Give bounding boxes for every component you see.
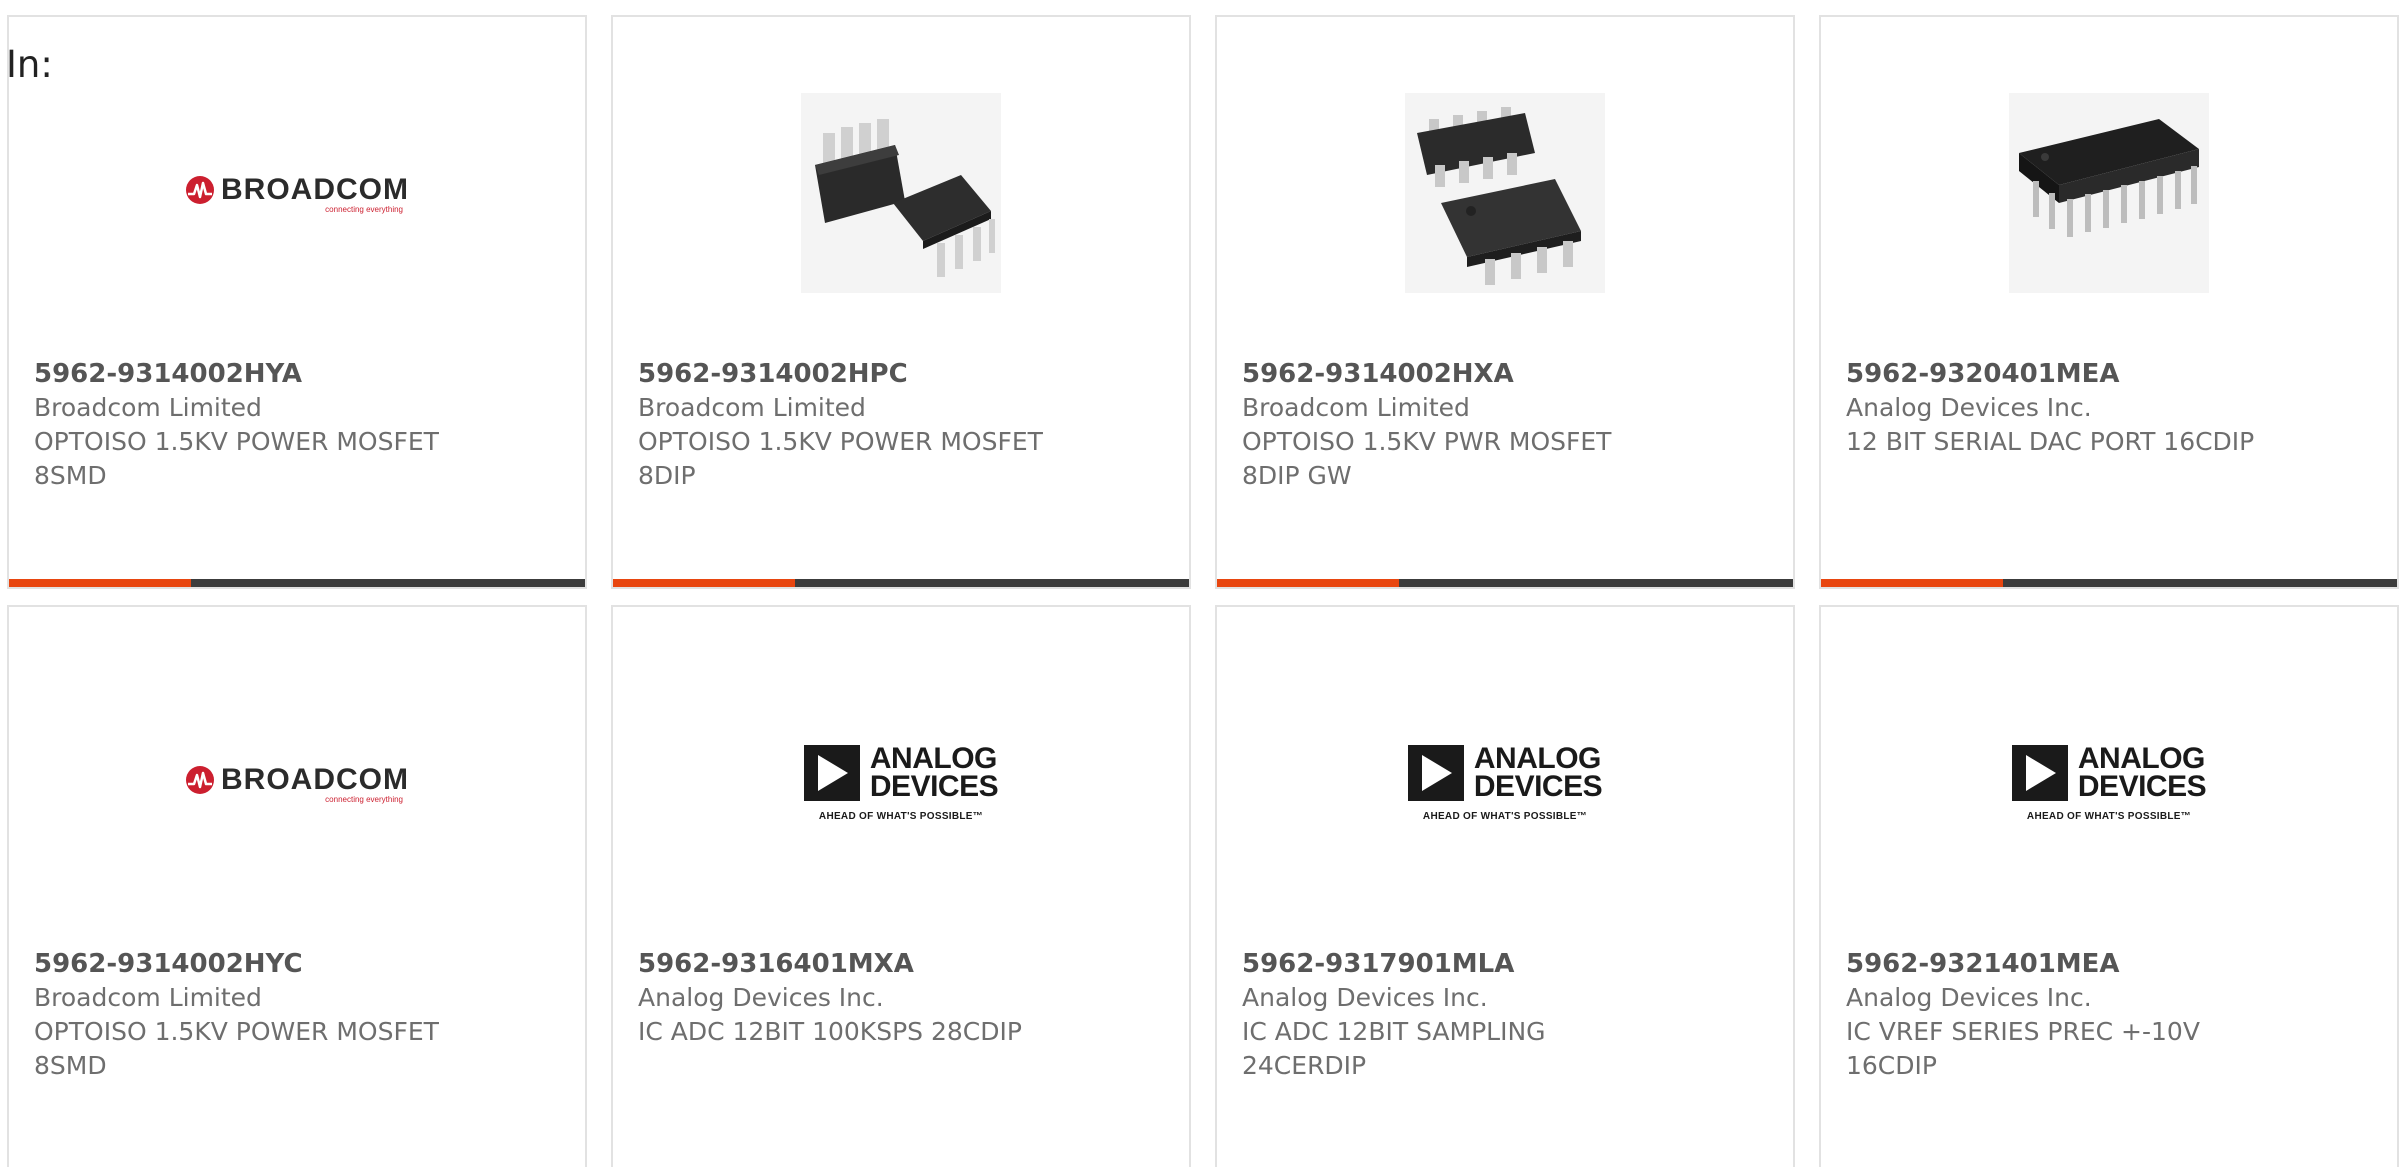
analog-devices-tagline: AHEAD OF WHAT'S POSSIBLE™ (1422, 810, 1588, 822)
description: 12 BIT SERIAL DAC PORT 16CDIP (1846, 427, 2255, 456)
manufacturer: Broadcom Limited (638, 393, 866, 422)
manufacturer: Analog Devices Inc. (1242, 983, 1488, 1012)
product-results-page: In: BROADCOM connecting everything 5962-… (0, 0, 2400, 1167)
part-number[interactable]: 5962-9314002HPC (638, 357, 1169, 391)
product-info: 5962-9320401MEA Analog Devices Inc. 12 B… (1846, 357, 2377, 459)
analog-devices-logo: ANALOG DEVICES AHEAD OF WHAT'S POSSIBLE™ (803, 741, 999, 822)
part-number[interactable]: 5962-9320401MEA (1846, 357, 2377, 391)
product-image[interactable] (613, 79, 1189, 307)
manufacturer: Broadcom Limited (1242, 393, 1470, 422)
product-info: 5962-9316401MXA Analog Devices Inc. IC A… (638, 947, 1169, 1049)
product-image[interactable]: BROADCOM connecting everything (9, 79, 585, 307)
card-footer-bar (613, 579, 1189, 587)
product-card[interactable]: BROADCOM connecting everything 5962-9314… (7, 605, 587, 1167)
description: OPTOISO 1.5KV POWER MOSFET 8DIP (638, 427, 1043, 490)
product-image[interactable]: ANALOG DEVICES AHEAD OF WHAT'S POSSIBLE™ (1821, 669, 2397, 897)
product-card[interactable]: 5962-9320401MEA Analog Devices Inc. 12 B… (1819, 15, 2399, 589)
analog-devices-triangle-icon (803, 744, 860, 801)
part-number[interactable]: 5962-9314002HYC (34, 947, 565, 981)
cdip16-chip-image (2009, 93, 2209, 293)
broadcom-pulse-icon (186, 765, 214, 794)
manufacturer: Analog Devices Inc. (1846, 983, 2092, 1012)
card-footer-accent (613, 579, 795, 587)
analog-devices-tagline: AHEAD OF WHAT'S POSSIBLE™ (818, 810, 984, 822)
broadcom-logo: BROADCOM connecting everything (185, 173, 409, 214)
description: IC VREF SERIES PREC +-10V 16CDIP (1846, 1017, 2200, 1080)
analog-devices-logo: ANALOG DEVICES AHEAD OF WHAT'S POSSIBLE™ (2011, 741, 2207, 822)
product-card[interactable]: 5962-9314002HPC Broadcom Limited OPTOISO… (611, 15, 1191, 589)
manufacturer: Analog Devices Inc. (638, 983, 884, 1012)
product-image[interactable]: ANALOG DEVICES AHEAD OF WHAT'S POSSIBLE™ (613, 669, 1189, 897)
analog-devices-wordmark-line2: DEVICES (2077, 769, 2207, 803)
description: OPTOISO 1.5KV POWER MOSFET 8SMD (34, 427, 439, 490)
filter-label: In: (6, 43, 53, 86)
description: IC ADC 12BIT 100KSPS 28CDIP (638, 1017, 1022, 1046)
smd8-chips-image (1405, 93, 1605, 293)
product-grid: BROADCOM connecting everything 5962-9314… (7, 15, 2399, 1167)
product-card[interactable]: ANALOG DEVICES AHEAD OF WHAT'S POSSIBLE™… (611, 605, 1191, 1167)
analog-devices-triangle-icon (2011, 744, 2068, 801)
broadcom-tagline: connecting everything (325, 204, 403, 214)
product-card[interactable]: 5962-9314002HXA Broadcom Limited OPTOISO… (1215, 15, 1795, 589)
product-image[interactable] (1821, 79, 2397, 307)
product-info: 5962-9314002HXA Broadcom Limited OPTOISO… (1242, 357, 1773, 493)
card-footer-accent (9, 579, 191, 587)
description: IC ADC 12BIT SAMPLING 24CERDIP (1242, 1017, 1546, 1080)
card-footer-bar (1217, 579, 1793, 587)
manufacturer: Analog Devices Inc. (1846, 393, 2092, 422)
product-image[interactable]: ANALOG DEVICES AHEAD OF WHAT'S POSSIBLE™ (1217, 669, 1793, 897)
analog-devices-wordmark-line2: DEVICES (869, 769, 999, 803)
product-image[interactable] (1217, 79, 1793, 307)
part-number[interactable]: 5962-9314002HYA (34, 357, 565, 391)
product-info: 5962-9321401MEA Analog Devices Inc. IC V… (1846, 947, 2377, 1083)
description: OPTOISO 1.5KV POWER MOSFET 8SMD (34, 1017, 439, 1080)
analog-devices-wordmark-line1: ANALOG (1473, 741, 1602, 775)
description: OPTOISO 1.5KV PWR MOSFET 8DIP GW (1242, 427, 1612, 490)
broadcom-logo: BROADCOM connecting everything (185, 763, 409, 804)
analog-devices-wordmark-line2: DEVICES (1473, 769, 1603, 803)
broadcom-wordmark: BROADCOM (221, 172, 409, 206)
part-number[interactable]: 5962-9316401MXA (638, 947, 1169, 981)
card-footer-accent (1821, 579, 2003, 587)
product-info: 5962-9314002HYC Broadcom Limited OPTOISO… (34, 947, 565, 1083)
product-info: 5962-9314002HYA Broadcom Limited OPTOISO… (34, 357, 565, 493)
product-info: 5962-9317901MLA Analog Devices Inc. IC A… (1242, 947, 1773, 1083)
product-card[interactable]: ANALOG DEVICES AHEAD OF WHAT'S POSSIBLE™… (1819, 605, 2399, 1167)
product-card[interactable]: ANALOG DEVICES AHEAD OF WHAT'S POSSIBLE™… (1215, 605, 1795, 1167)
analog-devices-wordmark-line1: ANALOG (869, 741, 998, 775)
broadcom-tagline: connecting everything (325, 794, 403, 804)
manufacturer: Broadcom Limited (34, 983, 262, 1012)
analog-devices-tagline: AHEAD OF WHAT'S POSSIBLE™ (2026, 810, 2192, 822)
product-image[interactable]: BROADCOM connecting everything (9, 669, 585, 897)
card-footer-bar (1821, 579, 2397, 587)
analog-devices-triangle-icon (1407, 744, 1464, 801)
part-number[interactable]: 5962-9314002HXA (1242, 357, 1773, 391)
manufacturer: Broadcom Limited (34, 393, 262, 422)
broadcom-wordmark: BROADCOM (221, 762, 409, 796)
card-footer-accent (1217, 579, 1399, 587)
product-info: 5962-9314002HPC Broadcom Limited OPTOISO… (638, 357, 1169, 493)
card-footer-bar (9, 579, 585, 587)
part-number[interactable]: 5962-9317901MLA (1242, 947, 1773, 981)
dip8-chips-image (801, 93, 1001, 293)
product-card[interactable]: BROADCOM connecting everything 5962-9314… (7, 15, 587, 589)
broadcom-pulse-icon (186, 175, 214, 204)
analog-devices-logo: ANALOG DEVICES AHEAD OF WHAT'S POSSIBLE™ (1407, 741, 1603, 822)
part-number[interactable]: 5962-9321401MEA (1846, 947, 2377, 981)
analog-devices-wordmark-line1: ANALOG (2077, 741, 2206, 775)
